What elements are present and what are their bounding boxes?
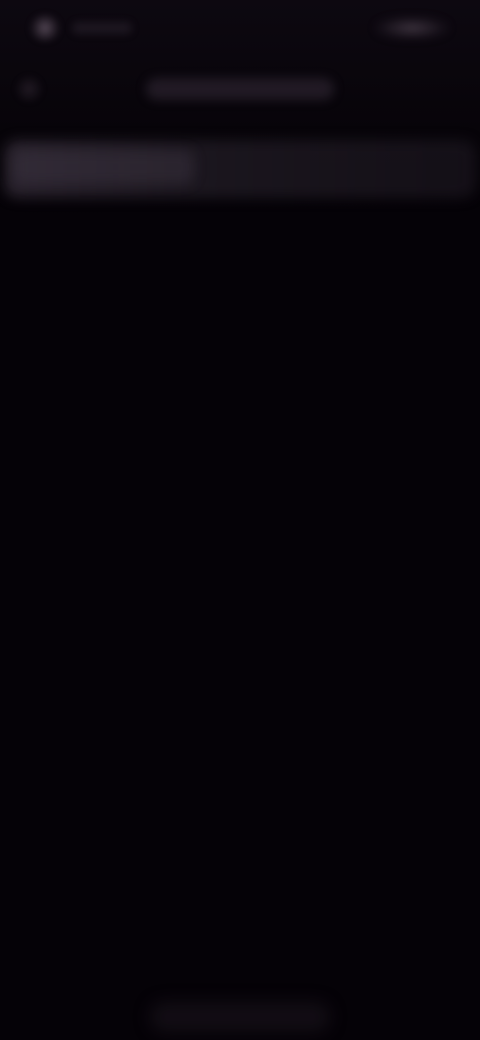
- status-time: [72, 22, 132, 34]
- camera-notch-icon: [28, 14, 62, 42]
- page-title: [146, 78, 334, 100]
- home-indicator[interactable]: [150, 1002, 330, 1032]
- app-bar: [0, 64, 480, 116]
- status-bar: [0, 0, 480, 56]
- banner-text: [14, 150, 194, 184]
- back-arrow-icon[interactable]: [14, 74, 44, 104]
- content-area: [0, 214, 480, 974]
- app-screen: [0, 0, 480, 1040]
- status-left: [28, 14, 132, 42]
- signal-battery-icon: [374, 16, 450, 40]
